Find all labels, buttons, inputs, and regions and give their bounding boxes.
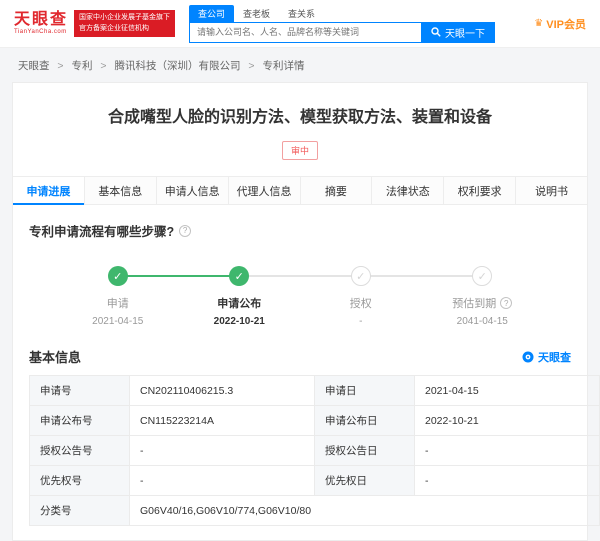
progress-stepper: ✓ 申请 2021-04-15 ✓ 申请公布 2022-10-21 ✓ 授权 -… [57, 266, 543, 327]
field-label: 分类号 [29, 495, 130, 527]
tab-basic-info[interactable]: 基本信息 [84, 177, 157, 205]
search-tab-relation[interactable]: 查关系 [279, 5, 324, 22]
table-row: 优先权号 - 优先权日 - [29, 465, 600, 497]
basic-info-table: 申请号 CN202110406215.3 申请日 2021-04-15 申请公布… [29, 375, 600, 527]
step-estimated-expiry: ✓ 预估到期 ? 2041-04-15 [422, 266, 544, 327]
step-date: - [359, 316, 363, 328]
search-button-label: 天眼一下 [445, 28, 486, 40]
step-date: 2041-04-15 [456, 316, 508, 328]
search-input[interactable] [189, 21, 422, 43]
field-value: - [129, 465, 315, 497]
breadcrumb: 天眼查 > 专利 > 腾讯科技（深圳）有限公司 > 专利详情 [0, 48, 600, 82]
step-label: 申请公布 [217, 298, 262, 311]
search-tabs: 查公司 查老板 查关系 [189, 4, 495, 22]
step-grant: ✓ 授权 - [300, 266, 422, 327]
step-label: 授权 [349, 298, 372, 311]
logo-subtitle: TianYanCha.com [14, 29, 67, 35]
search-block: 查公司 查老板 查关系 天眼一下 [189, 4, 496, 43]
search-tab-company[interactable]: 查公司 [189, 4, 235, 22]
tab-legal-status[interactable]: 法律状态 [372, 177, 445, 205]
basic-info-header: 基本信息 天眼查 [29, 347, 571, 366]
field-value: CN115223214A [129, 405, 315, 437]
field-label: 申请号 [29, 375, 130, 407]
search-icon [431, 27, 441, 37]
field-value: - [414, 465, 600, 497]
patent-title: 合成嘴型人脸的识别方法、模型获取方法、装置和设备 [107, 109, 492, 126]
basic-info-title: 基本信息 [29, 350, 82, 366]
breadcrumb-separator: > [100, 60, 107, 72]
field-value: - [414, 435, 600, 467]
watermark-label: 天眼查 [538, 351, 571, 364]
breadcrumb-patent[interactable]: 专利 [71, 60, 92, 72]
check-icon: ✓ [350, 266, 371, 287]
tianyancha-logo-icon [522, 351, 534, 363]
field-value: - [129, 435, 315, 467]
table-row: 授权公告号 - 授权公告日 - [29, 435, 600, 467]
status-badge: 审中 [281, 141, 318, 161]
field-label: 申请公布号 [29, 405, 130, 437]
breadcrumb-home[interactable]: 天眼查 [18, 60, 50, 72]
top-bar: 天眼查 TianYanCha.com 国家中小企业发展子基金旗下 官方备案企业征… [0, 0, 600, 48]
step-date: 2021-04-15 [92, 316, 144, 328]
tab-agent-info[interactable]: 代理人信息 [228, 177, 301, 205]
field-value: 2022-10-21 [414, 405, 600, 437]
search-button[interactable]: 天眼一下 [421, 21, 496, 43]
step-label: 预估到期 [452, 298, 497, 311]
ribbon-line2: 官方备案企业征信机构 [79, 24, 150, 32]
field-label: 授权公告日 [314, 435, 415, 467]
field-label: 申请日 [314, 375, 415, 407]
field-label: 申请公布日 [314, 405, 415, 437]
step-application: ✓ 申请 2021-04-15 [57, 266, 179, 327]
vip-label: VIP会员 [546, 18, 586, 31]
tab-claims[interactable]: 权利要求 [444, 177, 517, 205]
step-label: 申请 [106, 298, 129, 311]
table-row: 申请号 CN202110406215.3 申请日 2021-04-15 [29, 375, 600, 407]
help-icon[interactable]: ? [500, 297, 513, 310]
vip-link[interactable]: ♛ VIP会员 [534, 16, 586, 32]
crown-icon: ♛ [534, 18, 544, 29]
breadcrumb-separator: > [248, 60, 255, 72]
detail-tabbar: 申请进展 基本信息 申请人信息 代理人信息 摘要 法律状态 权利要求 说明书 [13, 176, 587, 206]
field-value: CN202110406215.3 [129, 375, 315, 407]
breadcrumb-separator: > [57, 60, 64, 72]
field-label: 授权公告号 [29, 435, 130, 467]
tianyancha-logo[interactable]: 天眼查 TianYanCha.com [14, 11, 68, 35]
tab-content: 专利申请流程有哪些步骤? ? ✓ 申请 2021-04-15 ✓ 申请公布 20… [13, 205, 600, 540]
help-icon[interactable]: ? [179, 224, 192, 237]
breadcrumb-current: 专利详情 [262, 60, 305, 72]
tab-application-progress[interactable]: 申请进展 [13, 177, 85, 206]
table-row: 分类号 G06V40/16,G06V10/774,G06V10/80 [29, 495, 600, 527]
step-date: 2022-10-21 [213, 316, 265, 328]
field-value: 2021-04-15 [414, 375, 600, 407]
check-icon: ✓ [229, 266, 250, 287]
tab-description[interactable]: 说明书 [516, 177, 587, 205]
field-value: G06V40/16,G06V10/774,G06V10/80 [129, 495, 600, 527]
table-row: 申请公布号 CN115223214A 申请公布日 2022-10-21 [29, 405, 600, 437]
ribbon-line1: 国家中小企业发展子基金旗下 [79, 14, 171, 22]
process-question-text: 专利申请流程有哪些步骤? [29, 225, 175, 240]
search-tab-boss[interactable]: 查老板 [234, 5, 279, 22]
check-icon: ✓ [107, 266, 128, 287]
tab-abstract[interactable]: 摘要 [300, 177, 373, 205]
logo-title: 天眼查 [14, 11, 69, 29]
tab-applicant-info[interactable]: 申请人信息 [156, 177, 229, 205]
breadcrumb-company[interactable]: 腾讯科技（深圳）有限公司 [114, 60, 240, 72]
field-label: 优先权号 [29, 465, 130, 497]
patent-detail-card: 合成嘴型人脸的识别方法、模型获取方法、装置和设备 审中 申请进展 基本信息 申请… [12, 82, 600, 541]
tianyancha-watermark: 天眼查 [522, 349, 571, 365]
process-question-heading: 专利申请流程有哪些步骤? ? [29, 221, 571, 240]
step-publication: ✓ 申请公布 2022-10-21 [179, 266, 301, 327]
check-icon: ✓ [472, 266, 493, 287]
official-ribbon-badge: 国家中小企业发展子基金旗下 官方备案企业征信机构 [74, 10, 176, 37]
field-label: 优先权日 [314, 465, 415, 497]
